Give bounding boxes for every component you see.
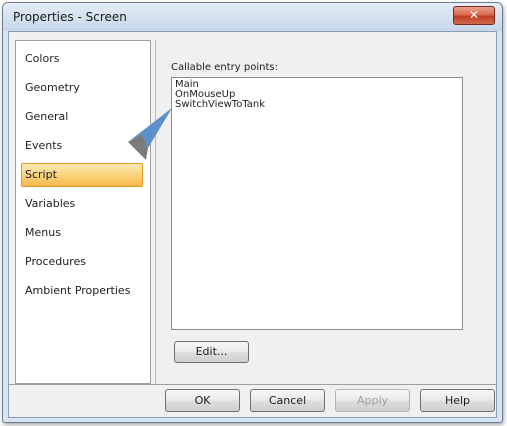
script-panel: Callable entry points: Main OnMouseUp Sw… <box>155 40 490 384</box>
properties-dialog: Properties - Screen ✕ Colors Geometry Ge… <box>2 2 503 423</box>
nav-item-procedures[interactable]: Procedures <box>21 250 143 274</box>
entry-points-label: Callable entry points: <box>171 62 278 73</box>
ok-button[interactable]: OK <box>165 389 240 412</box>
entry-points-list[interactable]: Main OnMouseUp SwitchViewToTank <box>171 77 463 330</box>
nav-item-colors[interactable]: Colors <box>21 47 143 71</box>
close-icon: ✕ <box>468 8 480 22</box>
nav-item-ambient-properties[interactable]: Ambient Properties <box>21 279 143 303</box>
dialog-client-area: Colors Geometry General Events Script Va… <box>8 31 497 418</box>
nav-item-variables[interactable]: Variables <box>21 192 143 216</box>
nav-item-script[interactable]: Script <box>21 163 143 187</box>
pointer-arrow-icon <box>128 108 172 160</box>
nav-item-menus[interactable]: Menus <box>21 221 143 245</box>
close-button[interactable]: ✕ <box>453 6 495 25</box>
cancel-button[interactable]: Cancel <box>250 389 325 412</box>
help-button[interactable]: Help <box>420 389 495 412</box>
window-title: Properties - Screen <box>13 10 127 24</box>
footer-divider <box>9 384 496 385</box>
apply-button[interactable]: Apply <box>335 389 410 412</box>
edit-button[interactable]: Edit... <box>174 341 249 363</box>
category-list: Colors Geometry General Events Script Va… <box>15 40 151 384</box>
title-bar[interactable]: Properties - Screen ✕ <box>3 3 502 31</box>
list-item[interactable]: SwitchViewToTank <box>175 100 459 110</box>
nav-item-geometry[interactable]: Geometry <box>21 76 143 100</box>
